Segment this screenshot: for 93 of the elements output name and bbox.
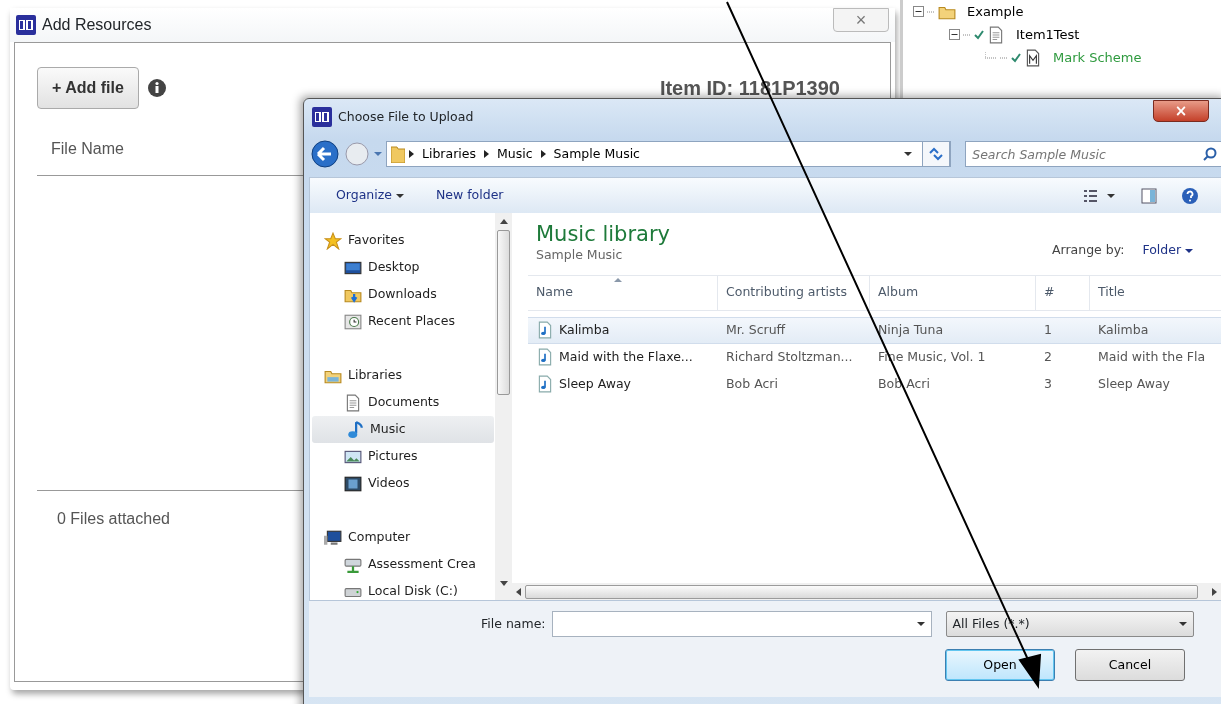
mark-document-icon (1024, 48, 1042, 67)
audio-file-icon (536, 375, 554, 394)
nav-item[interactable]: Videos (310, 470, 492, 497)
dropdown-caret-icon (916, 622, 925, 626)
column-header[interactable]: Name (528, 274, 718, 311)
breadcrumb-item[interactable]: Music (493, 144, 537, 164)
collapse-toggle-icon[interactable] (949, 29, 960, 40)
dropdown-caret-icon (1178, 622, 1187, 626)
column-header[interactable]: Title (1090, 274, 1221, 311)
breadcrumb-item[interactable]: Libraries (418, 144, 480, 164)
table-cell-text: Richard Stoltzman... (725, 347, 854, 366)
recent-places-icon (344, 312, 362, 331)
arrange-dropdown[interactable]: Folder (1138, 239, 1197, 262)
files-attached-count: 0 Files attached (56, 509, 171, 529)
scroll-left-arrow-icon[interactable] (516, 587, 521, 596)
help-button[interactable] (1181, 186, 1199, 205)
star-icon (324, 231, 342, 250)
scroll-up-arrow-icon[interactable] (499, 219, 508, 224)
tree-line (963, 33, 971, 36)
scroll-down-arrow-icon[interactable] (499, 581, 508, 586)
chevron-icon (409, 150, 414, 158)
file-name[interactable]: Maid with the Flaxe... (559, 347, 693, 367)
dialog-title: Choose File to Upload (338, 107, 474, 126)
table-cell-text: 3 (1043, 374, 1053, 393)
table-cell: Ninja Tuna (870, 316, 1036, 344)
address-bar[interactable]: Libraries Music Sample Music (386, 141, 952, 167)
view-options-button[interactable] (1083, 187, 1117, 204)
library-title: Music library (536, 223, 670, 247)
scrollbar[interactable] (512, 583, 1221, 600)
audio-file-icon (536, 348, 554, 367)
caret-icon (396, 193, 404, 198)
preview-pane-button[interactable] (1141, 187, 1157, 204)
nav-group[interactable]: Libraries (310, 362, 492, 389)
audio-file-icon (536, 321, 554, 340)
nav-item[interactable]: Assessment Crea (310, 551, 492, 578)
document-icon (987, 25, 1005, 44)
computer-icon (324, 528, 342, 547)
dialog-button[interactable]: Cancel (1075, 649, 1185, 681)
new-folder-button[interactable]: New folder (432, 184, 508, 207)
nav-item[interactable]: Local Disk (C:) (310, 578, 492, 600)
back-button[interactable] (310, 139, 340, 169)
tree-item[interactable]: Example (967, 1, 1024, 22)
close-button[interactable]: × (833, 8, 889, 32)
nav-item[interactable]: Recent Places (310, 308, 492, 335)
nav-item[interactable]: Documents (310, 389, 492, 416)
table-cell-text: 2 (1043, 347, 1053, 366)
caret-icon (1185, 248, 1193, 253)
music-note-icon (346, 420, 364, 439)
info-icon (146, 78, 167, 98)
nav-group[interactable]: Computer (310, 524, 492, 551)
refresh-button[interactable] (922, 141, 951, 167)
file-name[interactable]: Sleep Away (559, 374, 632, 394)
table-cell-text: Bob Acri (725, 374, 779, 393)
collapse-toggle-icon[interactable] (913, 6, 924, 17)
tree-line (927, 10, 935, 13)
sort-arrow-icon (614, 277, 622, 282)
table-cell-text: Maid with the Fla (1097, 347, 1207, 366)
table-cell: Kalimba (1090, 316, 1221, 344)
search-field[interactable]: Search Sample Music (965, 141, 1221, 167)
table-cell-text: Sleep Away (1097, 374, 1172, 393)
breadcrumb-item[interactable]: Sample Music (549, 144, 644, 164)
folder-icon (391, 145, 405, 163)
nav-group[interactable]: Favorites (310, 227, 492, 254)
nav-item[interactable]: Downloads (310, 281, 492, 308)
document-icon (344, 393, 362, 412)
chevron-icon (484, 150, 489, 158)
film-icon (344, 474, 362, 493)
window-title: Add Resources (42, 15, 152, 35)
app-logo-icon (312, 107, 332, 127)
tree-item[interactable]: Mark Scheme (1053, 47, 1142, 68)
column-header[interactable]: Album (870, 274, 1036, 311)
add-file-button[interactable]: + Add file (37, 67, 139, 109)
file-name-field[interactable] (551, 611, 932, 637)
field-label: File name: (481, 614, 546, 633)
scrollbar[interactable] (495, 213, 512, 600)
table-cell-text: Bob Acri (877, 374, 931, 393)
nav-item[interactable]: Music (312, 416, 494, 443)
scroll-right-arrow-icon[interactable] (1212, 587, 1217, 596)
table-cell: Mr. Scruff (718, 316, 870, 344)
table-cell: 1 (1036, 316, 1090, 344)
tree-line (1000, 56, 1008, 59)
nav-item[interactable]: Desktop (310, 254, 492, 281)
tree-item[interactable]: Item1Test (1016, 24, 1080, 45)
organize-menu[interactable]: Organize (332, 184, 408, 207)
dropdown-caret-icon (374, 152, 382, 156)
file-name[interactable]: Kalimba (559, 320, 610, 340)
dropdown-caret-icon (904, 152, 913, 156)
arrange-label: Arrange by: (1051, 241, 1125, 259)
column-header[interactable]: # (1036, 274, 1090, 311)
chevron-icon (540, 150, 546, 158)
app-logo-icon (16, 15, 36, 35)
nav-item[interactable]: Pictures (310, 443, 492, 470)
library-subtitle: Sample Music (536, 246, 624, 265)
